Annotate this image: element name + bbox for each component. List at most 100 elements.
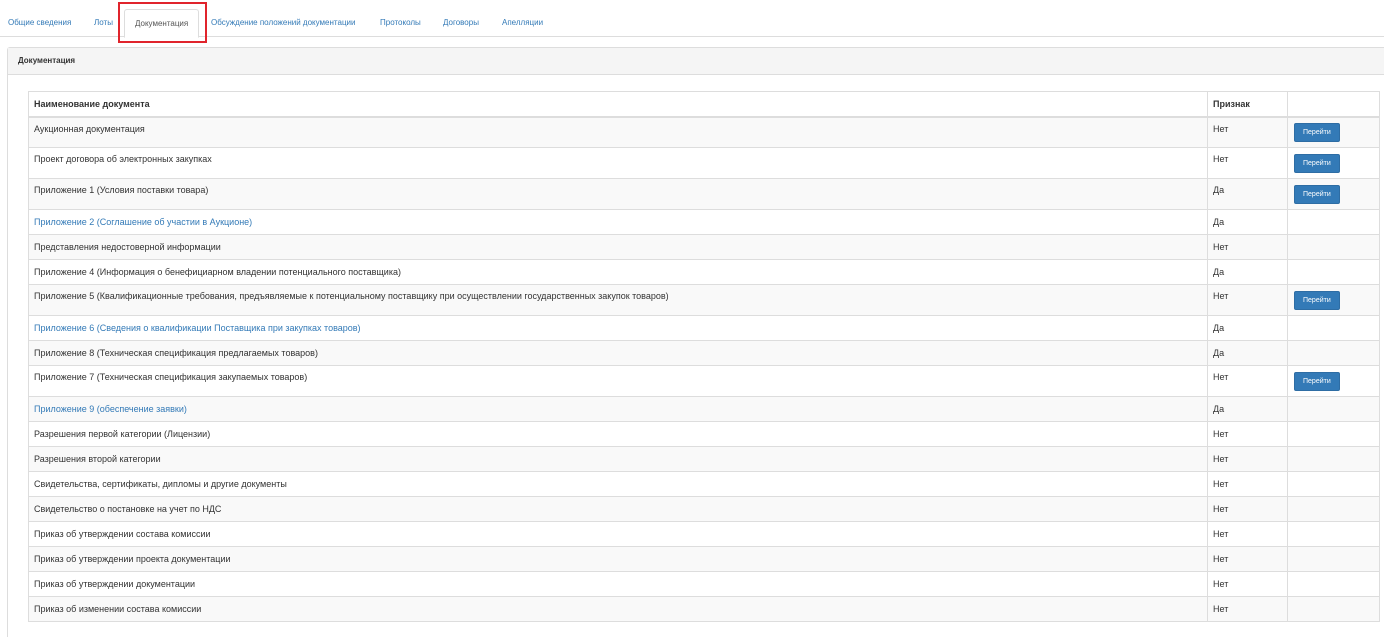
document-name: Приложение 4 (Информация о бенефициарном… xyxy=(34,267,401,277)
document-name-cell: Приказ об утверждении состава комиссии xyxy=(28,521,1208,547)
document-name-cell: Разрешения второй категории xyxy=(28,446,1208,472)
document-name-cell: Приложение 9 (обеспечение заявки) xyxy=(28,396,1208,422)
document-name: Приложение 8 (Техническая спецификация п… xyxy=(34,348,318,358)
document-name: Разрешения первой категории (Лицензии) xyxy=(34,429,211,439)
document-action-cell xyxy=(1287,209,1380,235)
document-link[interactable]: Приложение 2 (Соглашение об участии в Ау… xyxy=(34,217,252,227)
document-name-cell: Приложение 8 (Техническая спецификация п… xyxy=(28,340,1208,366)
document-action-cell: Перейти xyxy=(1287,365,1380,397)
document-flag-cell: Нет xyxy=(1207,446,1288,472)
document-name: Проект договора об электронных закупках xyxy=(34,154,212,164)
go-to-document-button[interactable]: Перейти xyxy=(1294,371,1340,391)
document-action-cell xyxy=(1287,446,1380,472)
document-name-cell: Приложение 7 (Техническая спецификация з… xyxy=(28,365,1208,397)
table-row: Приказ об утверждении состава комиссии Не… xyxy=(28,521,1380,547)
document-name: Приложение 1 (Условия поставки товара) xyxy=(34,185,209,195)
document-name-cell: Свидетельства, сертификаты, дипломы и др… xyxy=(28,471,1208,497)
document-action-cell xyxy=(1287,340,1380,366)
document-flag-cell: Нет xyxy=(1207,284,1288,316)
document-name-cell: Приложение 6 (Сведения о квалификации По… xyxy=(28,315,1208,341)
table-row: Приложение 5 (Квалификационные требовани… xyxy=(28,284,1380,316)
document-name-cell: Приказ об утверждении документации xyxy=(28,571,1208,597)
tab-protocols[interactable]: Протоколы xyxy=(380,10,421,37)
document-name-cell: Аукционная документация xyxy=(28,116,1208,148)
document-name-cell: Приложение 5 (Квалификационные требовани… xyxy=(28,284,1208,316)
document-flag-cell: Да xyxy=(1207,315,1288,341)
document-flag-cell: Да xyxy=(1207,259,1288,285)
document-flag-cell: Нет xyxy=(1207,234,1288,260)
go-to-document-button[interactable]: Перейти xyxy=(1294,184,1340,204)
document-name: Приказ об утверждении проекта документац… xyxy=(34,554,231,564)
document-action-cell xyxy=(1287,546,1380,572)
document-name-cell: Представления недостоверной информации xyxy=(28,234,1208,260)
document-flag-cell: Да xyxy=(1207,340,1288,366)
document-action-cell xyxy=(1287,234,1380,260)
document-action-cell xyxy=(1287,596,1380,622)
go-to-document-button[interactable]: Перейти xyxy=(1294,122,1340,142)
table-row: Проект договора об электронных закупках Н… xyxy=(28,147,1380,179)
column-header-action xyxy=(1287,91,1380,118)
document-name: Аукционная документация xyxy=(34,123,145,134)
document-name-cell: Приложение 4 (Информация о бенефициарном… xyxy=(28,259,1208,285)
column-header-name: Наименование документа xyxy=(28,91,1208,118)
document-flag-cell: Нет xyxy=(1207,521,1288,547)
documents-table: Наименование документа Признак Аукционна… xyxy=(28,91,1380,622)
table-row: Разрешения второй категории Нет xyxy=(28,446,1380,472)
document-name: Свидетельство о постановке на учет по НД… xyxy=(34,504,222,514)
table-row: Свидетельства, сертификаты, дипломы и др… xyxy=(28,471,1380,497)
table-row: Приложение 6 (Сведения о квалификации По… xyxy=(28,315,1380,341)
table-row: Представления недостоверной информации Не… xyxy=(28,234,1380,260)
tab-bar: Общие сведения Лоты Документация Обсужде… xyxy=(0,0,1384,38)
table-row: Свидетельство о постановке на учет по НД… xyxy=(28,496,1380,522)
document-name-cell: Приложение 1 (Условия поставки товара) xyxy=(28,178,1208,210)
document-link[interactable]: Приложение 6 (Сведения о квалификации По… xyxy=(34,323,361,333)
document-flag-cell: Нет xyxy=(1207,116,1288,148)
table-row: Приложение 4 (Информация о бенефициарном… xyxy=(28,259,1380,285)
table-row: Аукционная документация Нет Перейти xyxy=(28,116,1380,148)
document-link[interactable]: Приложение 9 (обеспечение заявки) xyxy=(34,404,187,414)
document-action-cell: Перейти xyxy=(1287,284,1380,316)
document-flag-cell: Нет xyxy=(1207,496,1288,522)
document-name: Приложение 7 (Техническая спецификация з… xyxy=(34,372,308,382)
table-row: Приложение 8 (Техническая спецификация п… xyxy=(28,340,1380,366)
document-action-cell: Перейти xyxy=(1287,116,1380,148)
document-action-cell: Перейти xyxy=(1287,147,1380,179)
document-action-cell: Перейти xyxy=(1287,178,1380,210)
tab-documentation-discussion[interactable]: Обсуждение положений документации xyxy=(211,10,355,37)
tab-general-info[interactable]: Общие сведения xyxy=(8,10,71,37)
documentation-panel: Документация Наименование документа Приз… xyxy=(7,47,1384,637)
tab-contracts[interactable]: Договоры xyxy=(443,10,479,37)
document-name: Разрешения второй категории xyxy=(34,454,161,464)
document-action-cell xyxy=(1287,471,1380,497)
tab-lots[interactable]: Лоты xyxy=(94,10,113,37)
go-to-document-button[interactable]: Перейти xyxy=(1294,153,1340,173)
document-name-cell: Проект договора об электронных закупках xyxy=(28,147,1208,179)
table-row: Приказ об изменении состава комиссии Нет xyxy=(28,596,1380,622)
table-row: Приложение 7 (Техническая спецификация з… xyxy=(28,365,1380,397)
tab-documentation[interactable]: Документация xyxy=(124,9,200,38)
go-to-document-button[interactable]: Перейти xyxy=(1294,290,1340,310)
document-flag-cell: Нет xyxy=(1207,571,1288,597)
document-flag-cell: Нет xyxy=(1207,596,1288,622)
document-flag-cell: Нет xyxy=(1207,546,1288,572)
document-flag-cell: Да xyxy=(1207,209,1288,235)
table-row: Приложение 1 (Условия поставки товара) Да… xyxy=(28,178,1380,210)
table-row: Приказ об утверждении документации Нет xyxy=(28,571,1380,597)
document-name: Свидетельства, сертификаты, дипломы и др… xyxy=(34,479,287,489)
document-flag-cell: Да xyxy=(1207,396,1288,422)
table-row: Разрешения первой категории (Лицензии) Не… xyxy=(28,421,1380,447)
document-flag-cell: Нет xyxy=(1207,471,1288,497)
document-flag-cell: Нет xyxy=(1207,365,1288,397)
document-name: Приказ об изменении состава комиссии xyxy=(34,604,202,614)
document-name-cell: Приказ об утверждении проекта документац… xyxy=(28,546,1208,572)
document-name-cell: Разрешения первой категории (Лицензии) xyxy=(28,421,1208,447)
tab-appeals[interactable]: Апелляции xyxy=(502,10,543,37)
document-action-cell xyxy=(1287,521,1380,547)
table-row: Приказ об утверждении проекта документац… xyxy=(28,546,1380,572)
table-row: Приложение 9 (обеспечение заявки) Да xyxy=(28,396,1380,422)
document-flag-cell: Нет xyxy=(1207,147,1288,179)
document-name: Приказ об утверждении документации xyxy=(34,579,196,589)
table-header-row: Наименование документа Признак xyxy=(28,91,1380,118)
document-action-cell xyxy=(1287,496,1380,522)
document-flag-cell: Да xyxy=(1207,178,1288,210)
